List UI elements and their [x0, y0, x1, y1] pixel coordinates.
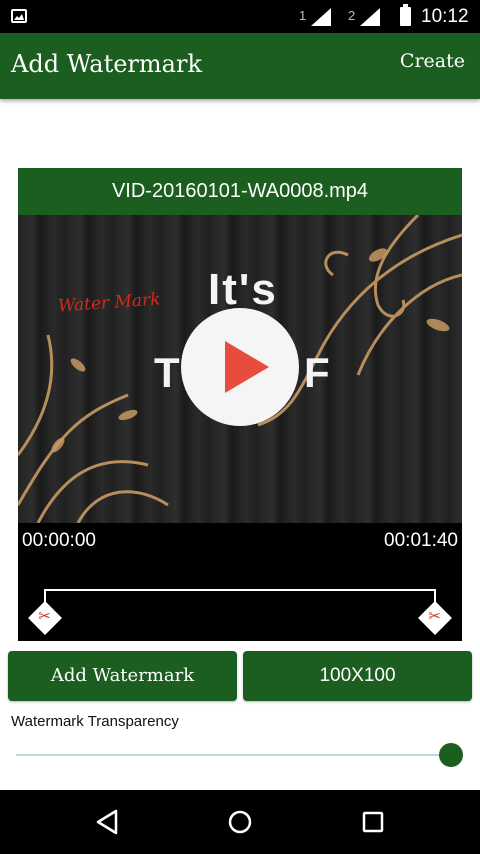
scissors-icon: ✂: [428, 608, 441, 626]
transparency-slider-track[interactable]: [16, 754, 452, 756]
status-bar: 1 2 10:12: [0, 0, 480, 33]
trim-start-handle[interactable]: ✂: [28, 601, 62, 635]
trim-range-line: [44, 589, 436, 591]
signal-icon: [311, 8, 331, 26]
play-icon: [225, 341, 269, 393]
back-icon[interactable]: [92, 806, 124, 838]
signal-icon: [360, 8, 380, 26]
create-button[interactable]: Create: [400, 50, 465, 72]
trim-end-handle[interactable]: ✂: [418, 601, 452, 635]
page-title: Add Watermark: [11, 50, 202, 78]
video-preview[interactable]: Water Mark It's T F: [18, 215, 462, 523]
play-button[interactable]: [181, 308, 299, 426]
video-overlay-text: T: [154, 349, 180, 396]
watermark-size-button[interactable]: 100X100: [243, 651, 472, 701]
start-time: 00:00:00: [22, 530, 96, 551]
sim2-label: 2: [348, 8, 356, 23]
battery-icon: [400, 4, 411, 26]
home-icon[interactable]: [224, 806, 256, 838]
video-overlay-text: F: [304, 349, 330, 396]
transparency-label: Watermark Transparency: [11, 713, 179, 730]
app-bar: Add Watermark Create: [0, 33, 480, 99]
trim-controls: 00:00:00 00:01:40 ✂ ✂: [18, 523, 462, 641]
scissors-icon: ✂: [38, 608, 51, 626]
image-notification-icon: [11, 9, 27, 23]
transparency-slider-thumb[interactable]: [439, 743, 463, 767]
navigation-bar: [0, 790, 480, 854]
clock: 10:12: [421, 6, 469, 27]
add-watermark-button[interactable]: Add Watermark: [8, 651, 237, 701]
sim1-label: 1: [299, 8, 307, 23]
video-filename: VID-20160101-WA0008.mp4: [18, 168, 462, 215]
recents-icon[interactable]: [357, 806, 389, 838]
end-time: 00:01:40: [384, 530, 458, 551]
